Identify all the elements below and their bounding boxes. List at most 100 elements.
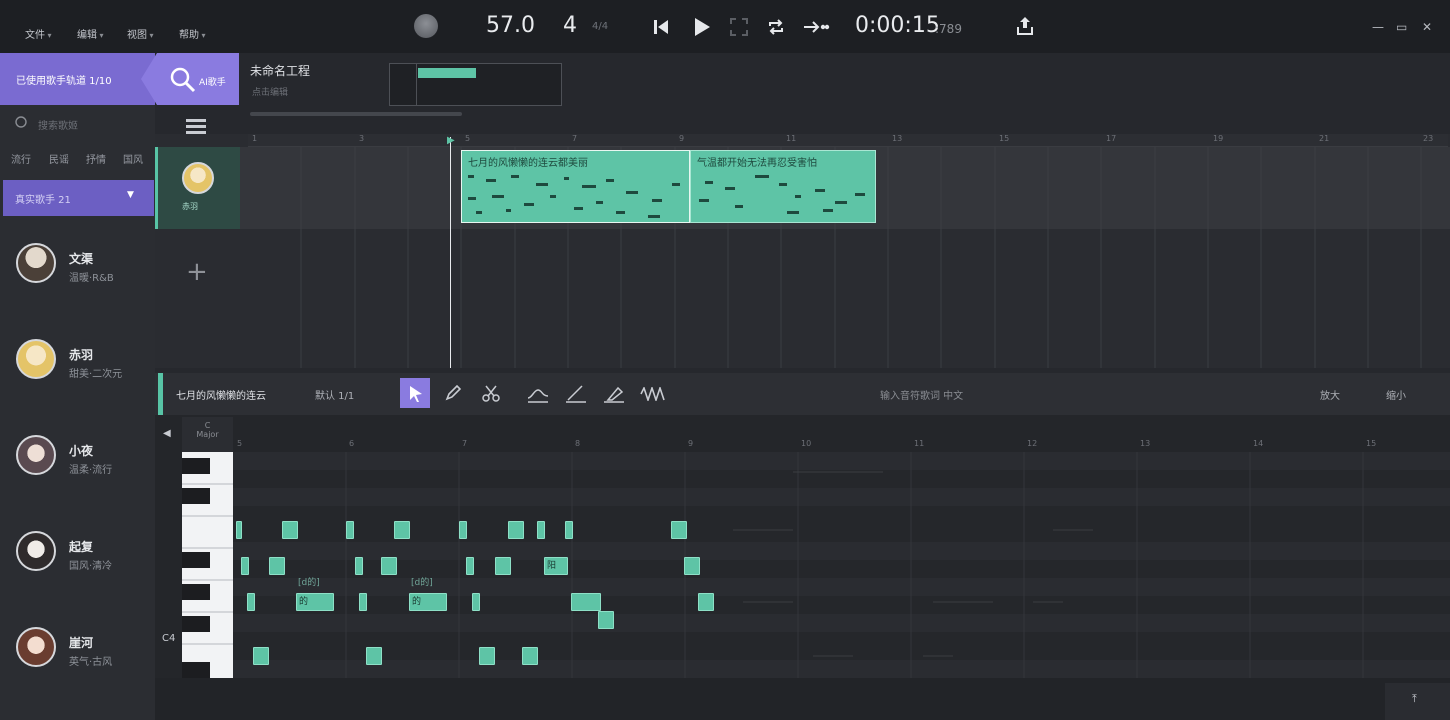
track-list-icon[interactable] <box>186 118 206 134</box>
menu-edit[interactable]: 编辑 <box>77 26 104 41</box>
note[interactable] <box>508 521 524 539</box>
piano-keyboard[interactable] <box>182 452 233 678</box>
singer-desc: 英气·古风 <box>69 657 113 668</box>
singer-search[interactable]: 搜索歌姬 <box>0 110 155 136</box>
track-header[interactable]: 赤羽 <box>155 147 240 229</box>
note[interactable] <box>479 647 495 665</box>
chevron-down-icon: ▼ <box>127 190 134 200</box>
close-icon[interactable]: ✕ <box>1422 20 1432 34</box>
audio-clip[interactable]: 七月的风懒懒的连云都美丽 <box>461 150 690 223</box>
follow-playhead-icon[interactable] <box>802 17 830 37</box>
key-selector[interactable]: C Major <box>182 417 233 452</box>
horizontal-scrollbar[interactable] <box>250 112 462 116</box>
menu-file[interactable]: 文件 <box>25 26 52 41</box>
note[interactable] <box>598 611 614 629</box>
menu-view[interactable]: 视图 <box>127 26 154 41</box>
play-icon[interactable] <box>692 17 712 37</box>
pitch-curve-tool-icon[interactable] <box>522 378 552 408</box>
zoom-in-button[interactable]: 放大 <box>1320 387 1340 402</box>
note[interactable] <box>698 593 714 611</box>
loop-icon[interactable] <box>766 17 786 37</box>
note[interactable] <box>241 557 249 575</box>
pitch-eraser-tool-icon[interactable] <box>598 378 628 408</box>
select-tool-icon[interactable] <box>400 378 430 408</box>
note[interactable] <box>247 593 255 611</box>
note[interactable] <box>522 647 538 665</box>
singer-card[interactable]: 赤羽 甜美·二次元 <box>0 318 155 414</box>
timeline-ruler[interactable]: 1 3 5 7 9 11 13 15 17 19 21 23 <box>248 134 1448 147</box>
singer-name: 起复 <box>69 540 94 554</box>
ai-singer-button[interactable]: AI歌手 <box>141 53 239 105</box>
singer-category-dropdown[interactable]: 真实歌手 21 ▼ <box>3 180 154 216</box>
playhead[interactable] <box>450 137 451 368</box>
filter-tab[interactable]: 民谣 <box>49 151 69 166</box>
zoom-out-button[interactable]: 缩小 <box>1386 387 1406 402</box>
note[interactable] <box>466 557 474 575</box>
title-bar <box>0 0 1450 53</box>
clip-label: 气温都开始无法再忍受害怕 <box>697 158 817 169</box>
note[interactable] <box>495 557 511 575</box>
vibrato-tool-icon[interactable] <box>637 378 667 408</box>
singer-card[interactable]: 起复 国风·清冷 <box>0 510 155 606</box>
ruler-mark: 15 <box>999 134 1010 143</box>
export-icon[interactable] <box>1015 15 1035 37</box>
filter-tab[interactable]: 流行 <box>11 151 31 166</box>
note[interactable] <box>253 647 269 665</box>
scissors-tool-icon[interactable] <box>476 378 506 408</box>
pitch-pencil-tool-icon[interactable] <box>560 378 590 408</box>
singer-name: 赤羽 <box>69 348 94 362</box>
playhead-marker-icon[interactable]: ▶ <box>447 135 455 146</box>
scale-mode: Major <box>196 430 219 439</box>
singer-name: 小夜 <box>69 444 94 458</box>
note[interactable] <box>355 557 363 575</box>
note[interactable] <box>537 521 545 539</box>
singer-card[interactable]: 文渠 温暖·R&B <box>0 222 155 318</box>
editor-ruler[interactable]: 5 6 7 8 9 10 11 12 13 14 15 <box>233 439 1450 452</box>
rewind-icon[interactable] <box>652 18 670 36</box>
singer-card[interactable]: 崖河 英气·古风 <box>0 606 155 702</box>
maximize-icon[interactable]: ▭ <box>1396 20 1407 34</box>
note[interactable]: 的 <box>409 593 447 611</box>
singer-desc: 温暖·R&B <box>69 273 114 284</box>
note[interactable] <box>571 593 601 611</box>
note[interactable] <box>236 521 242 539</box>
lyric-tag: [d的] <box>298 578 320 588</box>
collapse-panel-button[interactable]: ⤒ <box>1385 683 1450 720</box>
project-minimap[interactable] <box>389 63 562 106</box>
filter-tab[interactable]: 国风 <box>123 151 143 166</box>
add-track-icon[interactable]: + <box>186 259 208 285</box>
lyric-input-hint[interactable]: 输入音符歌词 中文 <box>880 387 963 402</box>
note[interactable] <box>359 593 367 611</box>
audio-clip[interactable]: 气温都开始无法再忍受害怕 <box>690 150 876 223</box>
note[interactable] <box>269 557 285 575</box>
note-grid[interactable] <box>233 452 1450 678</box>
track-singer-name: 赤羽 <box>182 202 198 211</box>
menu-help[interactable]: 帮助 <box>179 26 206 41</box>
project-title[interactable]: 未命名工程 <box>250 62 310 79</box>
editor-dropdown[interactable]: 默认 1/1 <box>315 387 354 402</box>
note[interactable] <box>684 557 700 575</box>
fullscreen-icon[interactable] <box>729 17 749 37</box>
speaker-icon[interactable]: ◀ <box>163 428 171 439</box>
note[interactable] <box>394 521 410 539</box>
singer-card[interactable]: 小夜 温柔·流行 <box>0 414 155 510</box>
note[interactable] <box>671 521 687 539</box>
singer-name: 文渠 <box>69 252 94 266</box>
note[interactable] <box>459 521 467 539</box>
note[interactable] <box>366 647 382 665</box>
pencil-tool-icon[interactable] <box>438 378 468 408</box>
note[interactable] <box>565 521 573 539</box>
note[interactable] <box>282 521 298 539</box>
beats-value[interactable]: 4 <box>563 13 577 38</box>
note[interactable]: 的 <box>296 593 334 611</box>
filter-tab[interactable]: 抒情 <box>86 151 106 166</box>
tempo-value[interactable]: 57.0 <box>486 13 535 38</box>
note[interactable] <box>381 557 397 575</box>
note[interactable] <box>346 521 354 539</box>
note[interactable]: 阳 <box>544 557 568 575</box>
user-avatar-icon[interactable] <box>414 14 438 38</box>
minimize-icon[interactable]: — <box>1372 20 1384 34</box>
search-placeholder: 搜索歌姬 <box>38 121 78 132</box>
search-icon <box>15 116 27 128</box>
note[interactable] <box>472 593 480 611</box>
